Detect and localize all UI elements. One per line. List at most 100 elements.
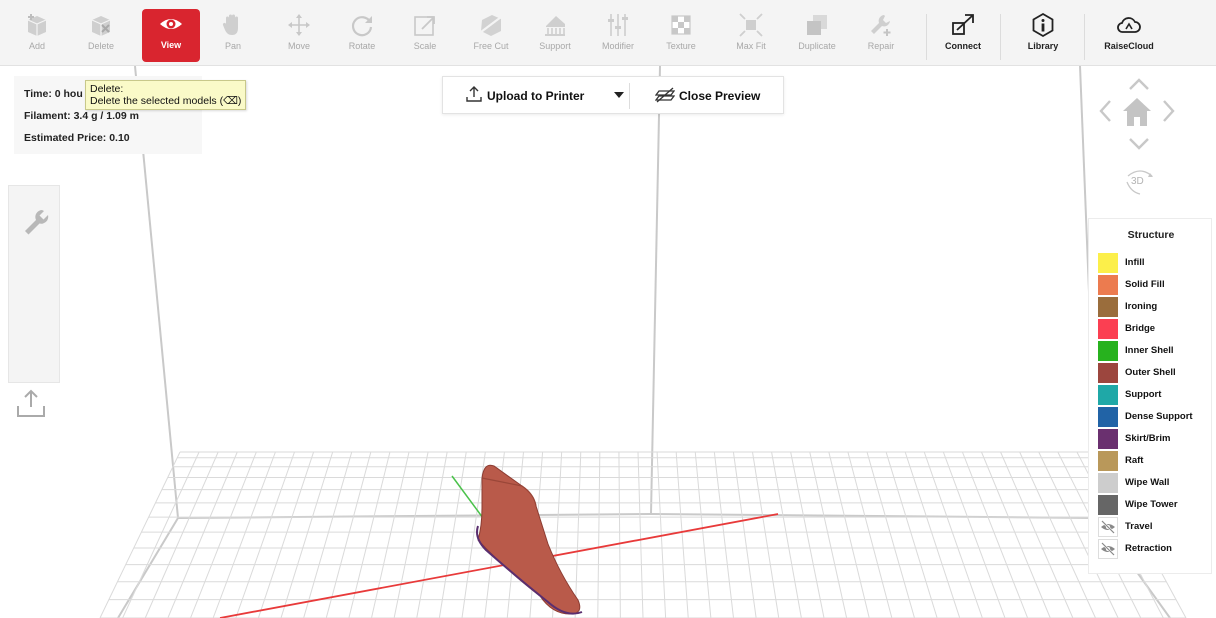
left-side-panel — [8, 185, 60, 383]
bar-divider — [629, 83, 630, 109]
legend-item-outer-shell[interactable]: Outer Shell — [1098, 363, 1210, 383]
legend-item-infill[interactable]: Infill — [1098, 253, 1210, 273]
toolbar-divider — [1084, 14, 1085, 60]
build-volume-walls — [117, 66, 1171, 618]
legend-item-wipe-tower[interactable]: Wipe Tower — [1098, 495, 1210, 515]
legend-item-dense-support[interactable]: Dense Support — [1098, 407, 1210, 427]
legend-item-label: Wipe Tower — [1125, 499, 1178, 510]
raisecloud-button[interactable]: RaiseCloud — [1100, 10, 1158, 64]
eye-icon — [160, 19, 182, 29]
legend-swatch — [1098, 341, 1118, 361]
home-icon[interactable] — [1121, 96, 1153, 128]
grid-line — [961, 451, 1029, 618]
grid-line — [597, 451, 601, 618]
rotate-label: Rotate — [348, 41, 376, 51]
scale-icon — [414, 16, 435, 36]
grid-line — [167, 451, 238, 618]
legend-swatch — [1098, 473, 1118, 493]
grid-line — [866, 451, 915, 618]
free-cut-label: Free Cut — [473, 41, 509, 51]
eye-slash-icon[interactable] — [1098, 517, 1118, 537]
modifier-button[interactable]: Modifier — [589, 10, 647, 64]
scale-button[interactable]: Scale — [396, 10, 454, 64]
eye-slash-icon[interactable] — [1098, 539, 1118, 559]
tooltip: Delete: Delete the selected models (⌫) — [85, 80, 247, 110]
view-down-icon[interactable] — [1127, 137, 1151, 151]
connect-button[interactable]: Connect — [934, 10, 992, 64]
grid-line — [847, 451, 893, 618]
scale-label: Scale — [413, 41, 437, 51]
legend-item-ironing[interactable]: Ironing — [1098, 297, 1210, 317]
grid-line — [618, 451, 621, 618]
support-button[interactable]: Support — [526, 10, 584, 64]
move-label: Move — [287, 41, 310, 51]
repair-icon — [871, 15, 891, 36]
grid-line — [325, 451, 372, 618]
view-3d-button[interactable]: 3D — [1120, 164, 1160, 198]
legend-item-travel[interactable]: Travel — [1098, 517, 1210, 537]
tooltip-body: Delete the selected models (⌫) — [90, 95, 242, 107]
view-right-icon[interactable] — [1160, 98, 1176, 124]
layers-icon — [655, 87, 675, 103]
grid-line — [393, 451, 429, 618]
grid-line — [790, 451, 825, 618]
legend-item-retraction[interactable]: Retraction — [1098, 539, 1210, 559]
legend-item-raft[interactable]: Raft — [1098, 451, 1210, 471]
legend-item-bridge[interactable]: Bridge — [1098, 319, 1210, 339]
grid-line — [574, 451, 582, 618]
grid-line — [416, 451, 448, 618]
legend-item-support[interactable]: Support — [1098, 385, 1210, 405]
texture-button[interactable]: Texture — [652, 10, 710, 64]
legend-item-label: Dense Support — [1125, 411, 1193, 422]
grid-line — [1000, 451, 1074, 618]
legend-item-skirt-brim[interactable]: Skirt/Brim — [1098, 429, 1210, 449]
repair-button[interactable]: Repair — [852, 10, 910, 64]
estimated-price: Estimated Price: 0.10 — [24, 132, 130, 144]
grid-line — [771, 451, 802, 618]
grid-line — [675, 451, 689, 618]
view-up-icon[interactable] — [1127, 77, 1151, 91]
delete-button[interactable]: Delete — [72, 10, 130, 64]
pan-button[interactable]: Pan — [204, 10, 262, 64]
legend-swatch — [1098, 363, 1118, 383]
legend-item-label: Raft — [1125, 455, 1144, 466]
grid-line — [694, 451, 712, 618]
grid-line — [122, 451, 200, 618]
view-3d-label: 3D — [1131, 176, 1144, 187]
legend-item-label: Wipe Wall — [1125, 477, 1170, 488]
max-fit-button[interactable]: Max Fit — [722, 10, 780, 64]
toolbar-divider — [1000, 14, 1001, 60]
sliced-model[interactable] — [476, 464, 583, 615]
grid-line — [828, 451, 870, 618]
legend-item-solid-fill[interactable]: Solid Fill — [1098, 275, 1210, 295]
free-cut-button[interactable]: Free Cut — [462, 10, 520, 64]
export-icon[interactable] — [15, 388, 47, 420]
wrench-icon[interactable] — [23, 208, 49, 236]
add-button[interactable]: Add — [8, 10, 66, 64]
rotate-button[interactable]: Rotate — [333, 10, 391, 64]
view-left-icon[interactable] — [1098, 98, 1114, 124]
legend-swatch — [1098, 275, 1118, 295]
legend-item-inner-shell[interactable]: Inner Shell — [1098, 341, 1210, 361]
library-button[interactable]: Library — [1014, 10, 1072, 64]
move-button[interactable]: Move — [270, 10, 328, 64]
legend-swatch — [1098, 297, 1118, 317]
add-label: Add — [28, 41, 45, 51]
legend-item-wipe-wall[interactable]: Wipe Wall — [1098, 473, 1210, 493]
upload-to-printer-button[interactable]: Upload to Printer — [443, 77, 608, 113]
grid-line — [371, 451, 410, 618]
upload-dropdown-button[interactable] — [611, 77, 631, 113]
close-preview-button[interactable]: Close Preview — [635, 77, 783, 113]
view-button[interactable]: View — [142, 9, 200, 62]
connect-label: Connect — [945, 41, 981, 51]
delete-icon — [91, 16, 111, 36]
legend-title: Structure — [1127, 229, 1175, 241]
modifier-icon — [608, 14, 628, 36]
upload-label: Upload to Printer — [487, 89, 585, 103]
library-label: Library — [1027, 41, 1059, 51]
grid-line — [981, 451, 1051, 618]
free-cut-icon — [480, 15, 502, 36]
grid-line — [303, 451, 353, 618]
duplicate-button[interactable]: Duplicate — [788, 10, 846, 64]
legend-item-label: Solid Fill — [1125, 279, 1165, 290]
